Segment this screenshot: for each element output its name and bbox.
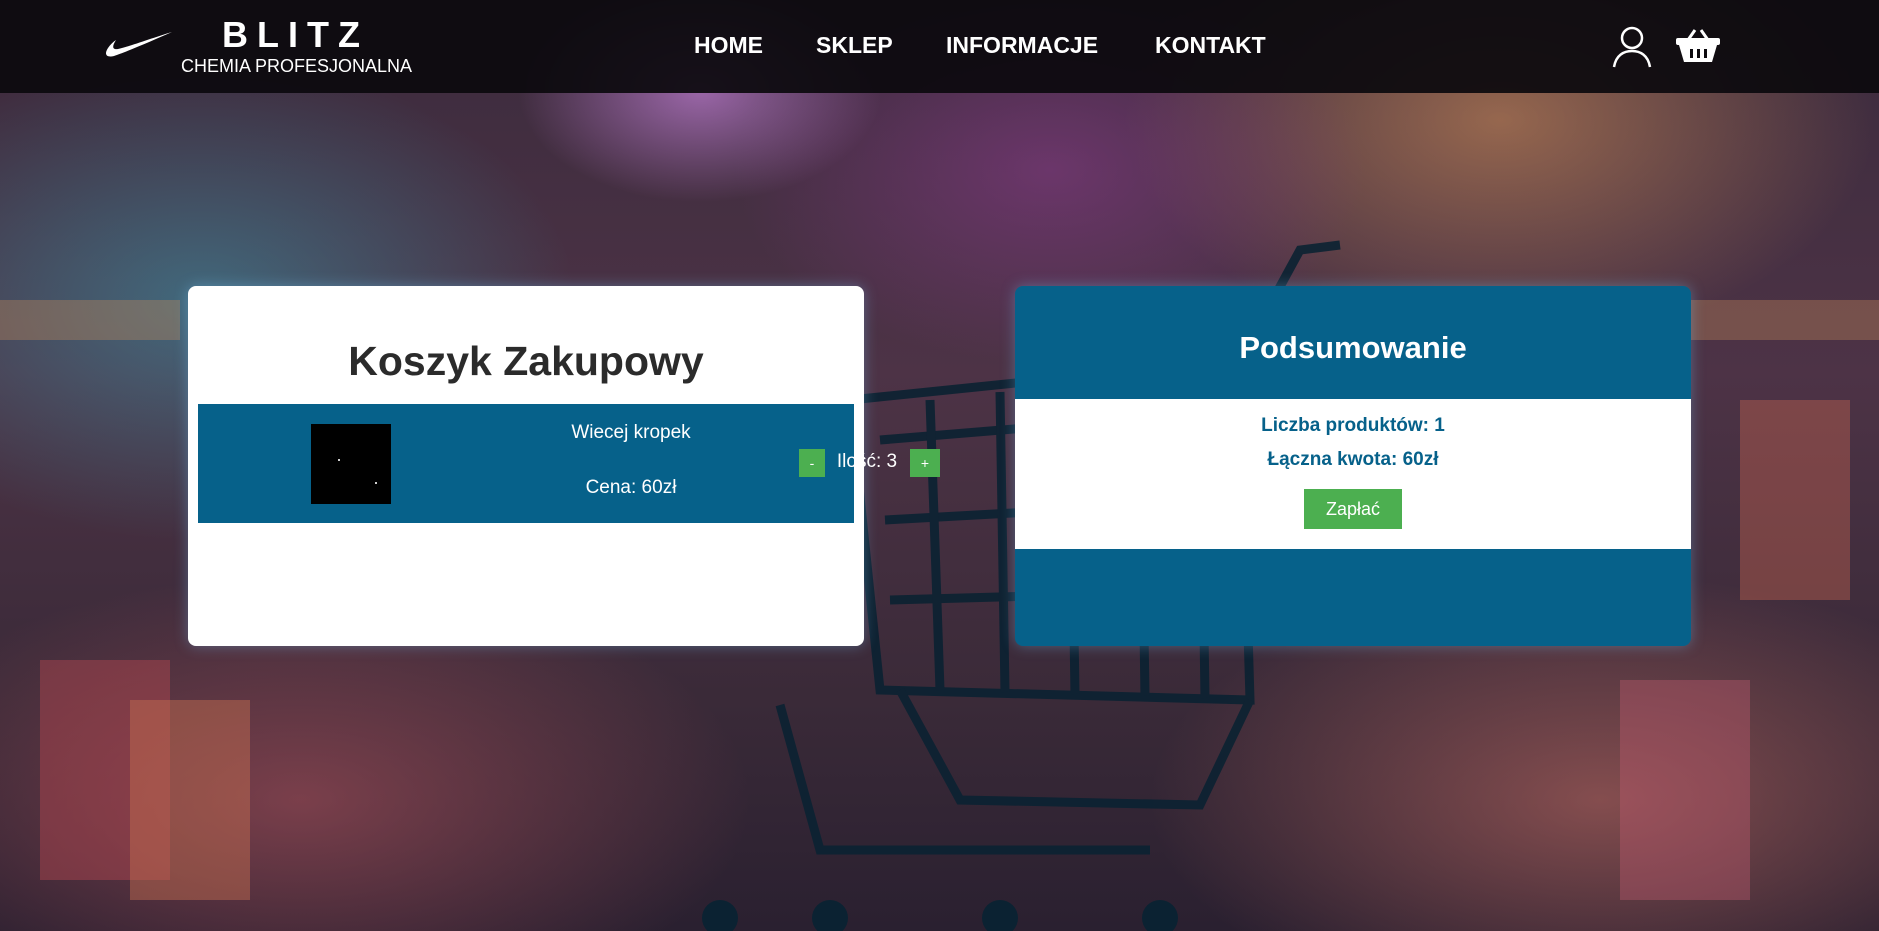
nav-home[interactable]: HOME [694,32,763,59]
site-header: BLITZ CHEMIA PROFESJONALNA HOME SKLEP IN… [0,0,1879,93]
brand-subtitle: CHEMIA PROFESJONALNA [181,56,413,76]
pay-button[interactable]: Zapłać [1304,489,1402,529]
brand-name[interactable]: BLITZ [222,14,369,56]
quantity-controls: - Ilość: 3 + [543,449,940,477]
swoosh-icon[interactable] [104,30,174,65]
decrease-quantity-button[interactable]: - [799,449,825,477]
cart-title: Koszyk Zakupowy [348,338,704,384]
summary-body: Liczba produktów: 1 Łączna kwota: 60zł Z… [1015,399,1691,549]
cart-item-price: Cena: 60zł [585,477,677,498]
cart-item: Wiecej kropek - Ilość: 3 + Cena: 60zł [198,404,940,523]
cart-item-name: Wiecej kropek [571,422,691,443]
products-count: Liczba produktów: 1 [1261,415,1445,436]
cart-panel: Koszyk Zakupowy Wiecej kropek - Ilość: 3… [188,286,940,646]
summary-title: Podsumowanie [1239,330,1467,365]
nav-kontakt[interactable]: KONTAKT [1155,32,1266,59]
increase-quantity-button[interactable]: + [910,449,940,477]
user-icon[interactable] [1612,25,1652,74]
total-amount: Łączna kwota: 60zł [1267,449,1439,470]
summary-panel: Podsumowanie Liczba produktów: 1 Łączna … [1015,286,1691,646]
product-thumbnail [311,424,391,504]
nav-sklep[interactable]: SKLEP [816,32,893,59]
nav-informacje[interactable]: INFORMACJE [946,32,1098,59]
quantity-label: Ilość: 3 [836,451,898,472]
basket-icon[interactable] [1675,28,1721,69]
